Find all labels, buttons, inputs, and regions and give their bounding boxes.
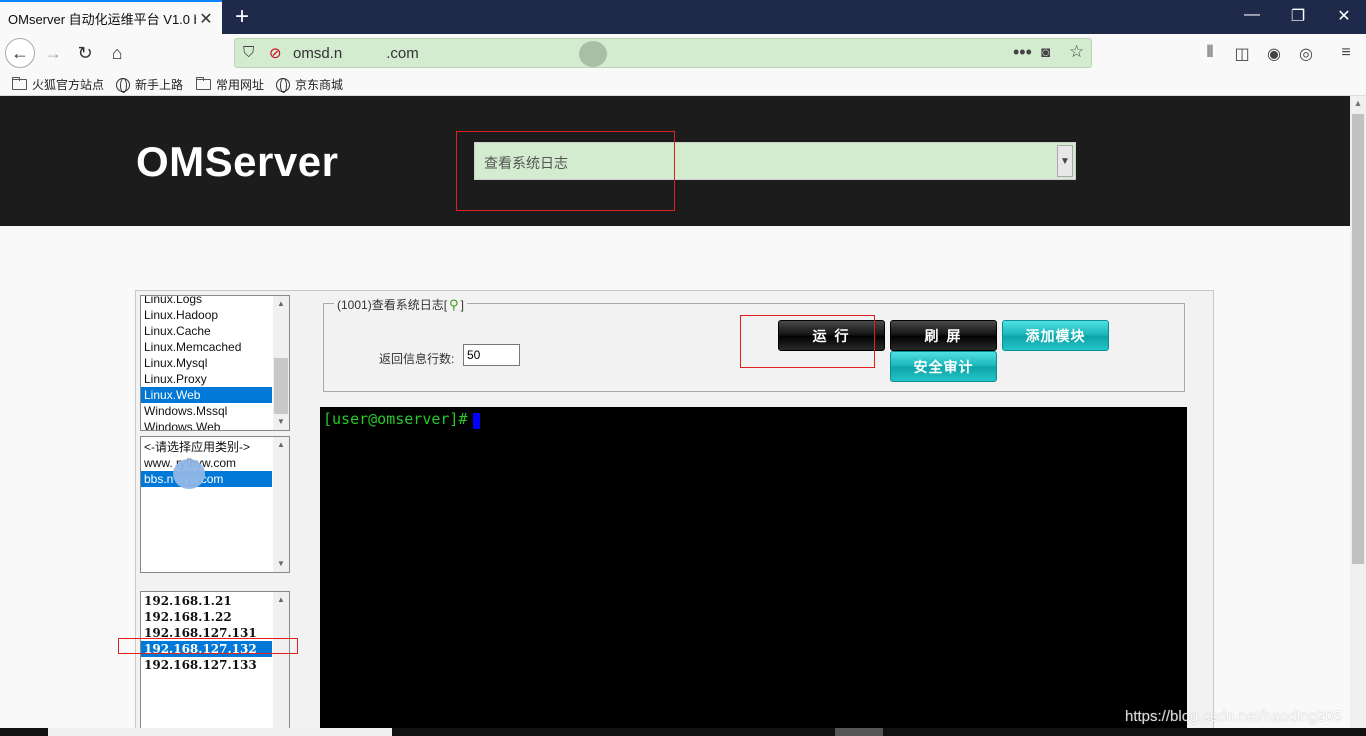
list-item[interactable]: Windows.Mssql (141, 403, 272, 419)
site-logo: OMServer (136, 138, 339, 185)
bookmark-label: 新手上路 (135, 78, 184, 92)
list-item[interactable]: 192.168.1.21 (141, 593, 272, 609)
bookmark-jd-mall[interactable]: 京东商城 (276, 76, 343, 93)
listbox-scrollbar[interactable]: ▲ (273, 592, 289, 736)
shield-icon[interactable]: ⛉ (243, 44, 254, 61)
pocket-icon[interactable]: ◙ (1041, 44, 1050, 61)
list-item[interactable]: Windows.Web (141, 419, 272, 430)
list-item[interactable]: 192.168.127.133 (141, 657, 272, 673)
page-actions-icon[interactable]: ••• (1013, 42, 1032, 63)
tab-title: OMserver 自动化运维平台 V1.0 b (8, 11, 196, 27)
watermark: https://blog.csdn.net/haoding205 (1125, 708, 1342, 725)
bookmark-label: 京东商城 (295, 78, 344, 92)
navigation-bar: ← → ↻ ⌂ ⛉ ⊘ omsd.n .com ••• ◙ ☆ ⫴ ◫ ◉ ◎ ≡ (0, 34, 1366, 72)
refresh-button[interactable]: 刷屏 (890, 320, 997, 351)
module-listbox[interactable]: Linux.Logs Linux.Hadoop Linux.Cache Linu… (140, 295, 290, 431)
account-icon[interactable]: ◎ (1296, 44, 1316, 64)
listbox-scrollbar[interactable]: ▲ ▼ (273, 437, 289, 572)
scroll-thumb[interactable] (274, 358, 288, 414)
bookmark-label: 常用网址 (216, 78, 265, 92)
page-scrollbar[interactable]: ▲ (1350, 96, 1366, 736)
active-tab[interactable]: OMserver 自动化运维平台 V1.0 b ✕ (0, 0, 222, 34)
close-window-icon[interactable]: ✕ (1334, 6, 1354, 26)
redaction-blur (173, 459, 205, 489)
library-icon[interactable]: ⫴ (1200, 44, 1220, 62)
folder-icon (12, 77, 27, 90)
scroll-up-icon[interactable]: ▲ (276, 299, 286, 309)
terminal-output[interactable]: [user@omserver]# (320, 407, 1187, 736)
redaction-blur (579, 41, 607, 67)
site-header: OMServer 查看系统日志 ▼ (0, 96, 1350, 226)
legend-text-end: ] (460, 297, 464, 312)
scroll-up-icon[interactable]: ▲ (276, 595, 286, 605)
list-item[interactable]: Linux.Mysql (141, 355, 272, 371)
tab-bar: OMserver 自动化运维平台 V1.0 b ✕ + — ❐ ✕ (0, 0, 1366, 34)
list-item[interactable]: 192.168.1.22 (141, 609, 272, 625)
module-panel: (1001)查看系统日志[ ⚲ ] 返回信息行数: 运行 刷屏 添加模块 安全审… (323, 296, 1185, 392)
menu-icon[interactable]: ≡ (1336, 44, 1356, 62)
bookmarks-bar: 火狐官方站点 新手上路 常用网址 京东商城 (0, 72, 1366, 96)
chevron-down-icon[interactable]: ▼ (1057, 145, 1073, 177)
close-tab-icon[interactable]: ✕ (198, 9, 214, 29)
scroll-up-icon[interactable]: ▲ (276, 440, 286, 450)
scroll-down-icon[interactable]: ▼ (276, 417, 286, 427)
lines-count-input[interactable] (463, 344, 520, 366)
globe-icon (116, 77, 130, 93)
bookmark-star-icon[interactable]: ☆ (1069, 42, 1084, 62)
restore-window-icon[interactable]: ❐ (1288, 6, 1308, 26)
bookmark-getting-started[interactable]: 新手上路 (116, 76, 183, 93)
module-panel-legend: (1001)查看系统日志[ ⚲ ] (334, 296, 467, 313)
bookmark-label: 火狐官方站点 (32, 78, 105, 92)
list-item[interactable]: Linux.Logs (141, 296, 272, 307)
insecure-lock-icon[interactable]: ⊘ (269, 44, 282, 62)
app-listbox[interactable]: <-请选择应用类别-> www. ryfbyw.com bbs.n byw.co… (140, 436, 290, 573)
scroll-up-icon[interactable]: ▲ (1352, 98, 1364, 110)
forward-button[interactable]: → (38, 38, 68, 68)
scroll-thumb[interactable] (1352, 114, 1364, 564)
taskbar-app[interactable] (835, 728, 883, 736)
host-listbox[interactable]: 192.168.1.21 192.168.1.22 192.168.127.13… (140, 591, 290, 736)
sidebar-icon[interactable]: ◫ (1232, 44, 1252, 64)
highlight-box-run (740, 315, 875, 368)
lines-label: 返回信息行数: (379, 352, 455, 366)
security-audit-button[interactable]: 安全审计 (890, 351, 997, 382)
add-module-button[interactable]: 添加模块 (1002, 320, 1109, 351)
list-item-selected[interactable]: Linux.Web (141, 387, 272, 403)
list-item[interactable]: Linux.Proxy (141, 371, 272, 387)
main-panel: Linux.Logs Linux.Hadoop Linux.Cache Linu… (118, 290, 1214, 736)
minimize-window-icon[interactable]: — (1242, 6, 1262, 24)
address-bar[interactable]: ⛉ ⊘ omsd.n .com ••• ◙ ☆ (234, 38, 1092, 68)
taskbar-search[interactable] (48, 728, 392, 736)
home-button[interactable]: ⌂ (102, 38, 132, 68)
terminal-prompt: [user@omserver]# (323, 410, 468, 428)
scroll-down-icon[interactable]: ▼ (276, 559, 286, 569)
list-item[interactable]: <-请选择应用类别-> (141, 439, 272, 455)
page-content: OMServer 查看系统日志 ▼ Linux.Logs Linux.Hadoo… (0, 96, 1350, 736)
folder-icon (196, 77, 211, 90)
list-item[interactable]: Linux.Cache (141, 323, 272, 339)
chat-icon[interactable]: ◉ (1264, 44, 1284, 64)
highlight-box-host (118, 638, 298, 654)
bookmark-common-sites[interactable]: 常用网址 (196, 76, 264, 93)
globe-icon (276, 77, 290, 93)
list-item[interactable]: Linux.Memcached (141, 339, 272, 355)
key-icon[interactable]: ⚲ (449, 297, 459, 313)
list-item-selected[interactable]: bbs.n byw.com (141, 471, 272, 487)
reload-button[interactable]: ↻ (70, 38, 100, 68)
new-tab-button[interactable]: + (230, 3, 254, 31)
url-text[interactable]: omsd.n .com (293, 45, 419, 62)
terminal-cursor (473, 413, 480, 429)
bookmark-firefox-official[interactable]: 火狐官方站点 (12, 76, 104, 93)
list-item[interactable]: www. ryfbyw.com (141, 455, 272, 471)
back-button[interactable]: ← (5, 38, 35, 68)
legend-text: (1001)查看系统日志[ (337, 298, 448, 312)
list-item[interactable]: Linux.Hadoop (141, 307, 272, 323)
listbox-scrollbar[interactable]: ▲ ▼ (273, 296, 289, 430)
highlight-box-module (456, 131, 675, 211)
